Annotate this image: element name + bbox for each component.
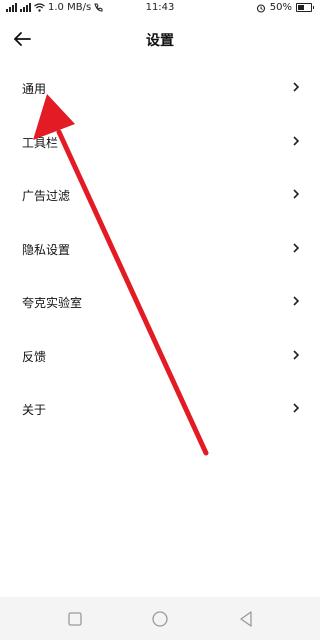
alarm-icon xyxy=(256,3,265,13)
chevron-right-icon xyxy=(293,403,300,413)
back-icon[interactable] xyxy=(234,607,258,631)
menu-item-label: 通用 xyxy=(22,82,47,96)
battery-percent: 50% xyxy=(269,2,292,13)
menu-item-lab[interactable]: 夸克实验室 xyxy=(0,274,320,328)
menu-item-label: 工具栏 xyxy=(22,135,59,150)
chevron-right-icon xyxy=(293,135,300,146)
battery-cap xyxy=(313,6,314,9)
menu-item-label: 广告过滤 xyxy=(22,189,71,203)
chevron-right-icon xyxy=(293,82,300,92)
menu-item-label: 关于 xyxy=(22,403,47,417)
home-icon[interactable] xyxy=(148,607,172,631)
chevron-right-icon xyxy=(293,189,300,199)
status-right: 50% xyxy=(256,2,314,13)
menu-item-about[interactable]: 关于 xyxy=(0,381,320,435)
menu-item-label: 隐私设置 xyxy=(22,242,71,257)
menu-item-general[interactable]: 通用 xyxy=(0,60,320,114)
menu-item-privacy[interactable]: 隐私设置 xyxy=(0,221,320,275)
battery-icon xyxy=(296,3,312,12)
menu-item-toolbar[interactable]: 工具栏 xyxy=(0,114,320,168)
menu-item-label: 夸克实验室 xyxy=(22,296,83,310)
menu-item-feedback[interactable]: 反馈 xyxy=(0,328,320,382)
menu-item-ad-filter[interactable]: 广告过滤 xyxy=(0,167,320,221)
menu-item-label: 反馈 xyxy=(22,349,47,364)
settings-menu: 通用 工具栏 广告过滤 隐私设置 夸克实验室 反馈 关于 xyxy=(0,60,320,435)
chevron-right-icon xyxy=(293,296,300,306)
chevron-right-icon xyxy=(293,242,300,253)
header: 设置 xyxy=(0,26,320,52)
page-title: 设置 xyxy=(146,33,174,49)
chevron-right-icon xyxy=(293,349,300,360)
system-nav-bar xyxy=(0,597,320,640)
recent-apps-icon[interactable] xyxy=(63,607,87,631)
status-bar: 1.0 MB/s 11:43 50% xyxy=(0,0,320,16)
